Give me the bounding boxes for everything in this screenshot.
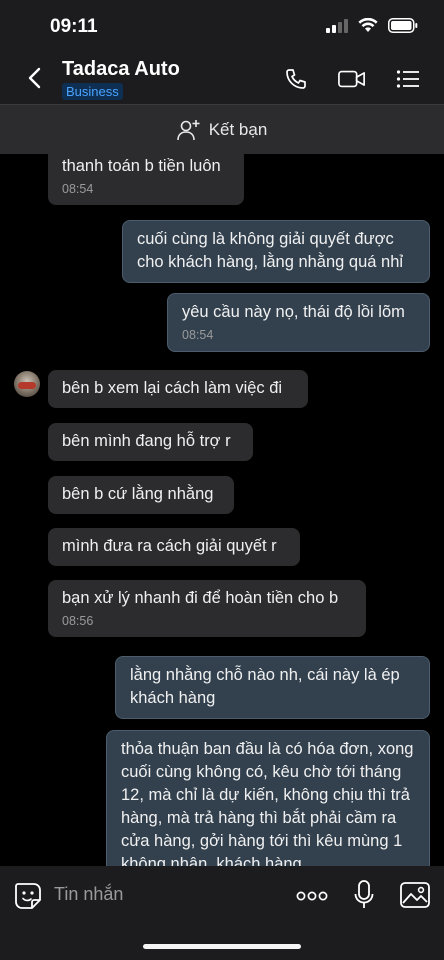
- message-text: mình đưa ra cách giải quyết r: [62, 537, 277, 555]
- add-friend-icon: [176, 119, 200, 140]
- contact-name[interactable]: Tadaca Auto: [62, 58, 180, 81]
- battery-icon: [388, 18, 418, 33]
- message-bubble-incoming[interactable]: bạn xử lý nhanh đi để hoàn tiền cho b 08…: [48, 580, 366, 637]
- voice-message-button[interactable]: [354, 880, 374, 915]
- wifi-icon: [358, 18, 378, 32]
- message-text: cuối cùng là không giải quyết được cho k…: [137, 230, 404, 271]
- call-button[interactable]: [282, 66, 310, 92]
- microphone-icon: [354, 880, 374, 908]
- input-actions: [296, 880, 430, 915]
- message-bubble-outgoing[interactable]: cuối cùng là không giải quyết được cho k…: [122, 220, 430, 283]
- message-text: bạn xử lý nhanh đi để hoàn tiền cho b: [62, 589, 339, 607]
- message-text: bên b cứ lằng nhằng: [62, 485, 214, 503]
- signal-icon: [326, 18, 348, 33]
- video-call-button[interactable]: [338, 66, 366, 92]
- message-text: yêu cầu này nọ, thái độ lồi lõm: [182, 303, 405, 321]
- image-icon: [400, 882, 430, 908]
- back-button[interactable]: [20, 64, 48, 92]
- message-input[interactable]: Tin nhắn: [54, 884, 123, 905]
- header-actions: [282, 66, 422, 92]
- status-time: 09:11: [50, 16, 98, 37]
- message-text: thanh toán b tiền luôn: [62, 157, 221, 175]
- home-indicator[interactable]: [143, 944, 301, 949]
- sticker-button[interactable]: [14, 882, 42, 915]
- status-bar: 09:11: [0, 0, 444, 52]
- message-bubble-outgoing[interactable]: yêu cầu này nọ, thái độ lồi lõm 08:54: [167, 293, 430, 352]
- more-dots-icon: [296, 891, 328, 900]
- message-bubble-incoming[interactable]: thanh toán b tiền luôn 08:54: [48, 154, 244, 205]
- avatar[interactable]: [14, 371, 40, 397]
- video-camera-icon: [338, 70, 365, 88]
- add-friend-button[interactable]: Kết bạn: [0, 104, 444, 154]
- message-list[interactable]: thanh toán b tiền luôn 08:54 cuối cùng l…: [0, 154, 444, 866]
- message-bubble-incoming[interactable]: mình đưa ra cách giải quyết r: [48, 528, 300, 566]
- photo-button[interactable]: [400, 882, 430, 913]
- more-options-button[interactable]: [296, 889, 328, 907]
- message-bubble-incoming[interactable]: bên b cứ lằng nhằng: [48, 476, 234, 514]
- message-time: 08:54: [182, 328, 214, 342]
- phone-icon: [286, 69, 306, 89]
- message-text: bên b xem lại cách làm việc đi: [62, 379, 283, 397]
- message-time: 08:54: [62, 182, 94, 196]
- list-menu-icon: [396, 70, 419, 88]
- message-text: thỏa thuận ban đầu là có hóa đơn, xong c…: [121, 740, 414, 866]
- chevron-left-icon: [28, 67, 41, 89]
- message-text: lằng nhằng chỗ nào nh, cái này là ép khá…: [130, 666, 400, 707]
- message-text: bên mình đang hỗ trợ r: [62, 432, 231, 450]
- message-bubble-incoming[interactable]: bên mình đang hỗ trợ r: [48, 423, 253, 461]
- status-icons: [326, 18, 418, 33]
- add-friend-label: Kết bạn: [208, 119, 268, 139]
- menu-button[interactable]: [394, 66, 422, 92]
- sticker-icon: [15, 883, 41, 909]
- message-bubble-incoming[interactable]: bên b xem lại cách làm việc đi: [48, 370, 308, 408]
- message-bubble-outgoing[interactable]: lằng nhằng chỗ nào nh, cái này là ép khá…: [115, 656, 430, 719]
- message-time: 08:56: [62, 614, 94, 628]
- business-badge: Business: [62, 83, 123, 100]
- message-bubble-outgoing[interactable]: thỏa thuận ban đầu là có hóa đơn, xong c…: [106, 730, 430, 866]
- chat-header: Tadaca Auto Business: [0, 52, 444, 104]
